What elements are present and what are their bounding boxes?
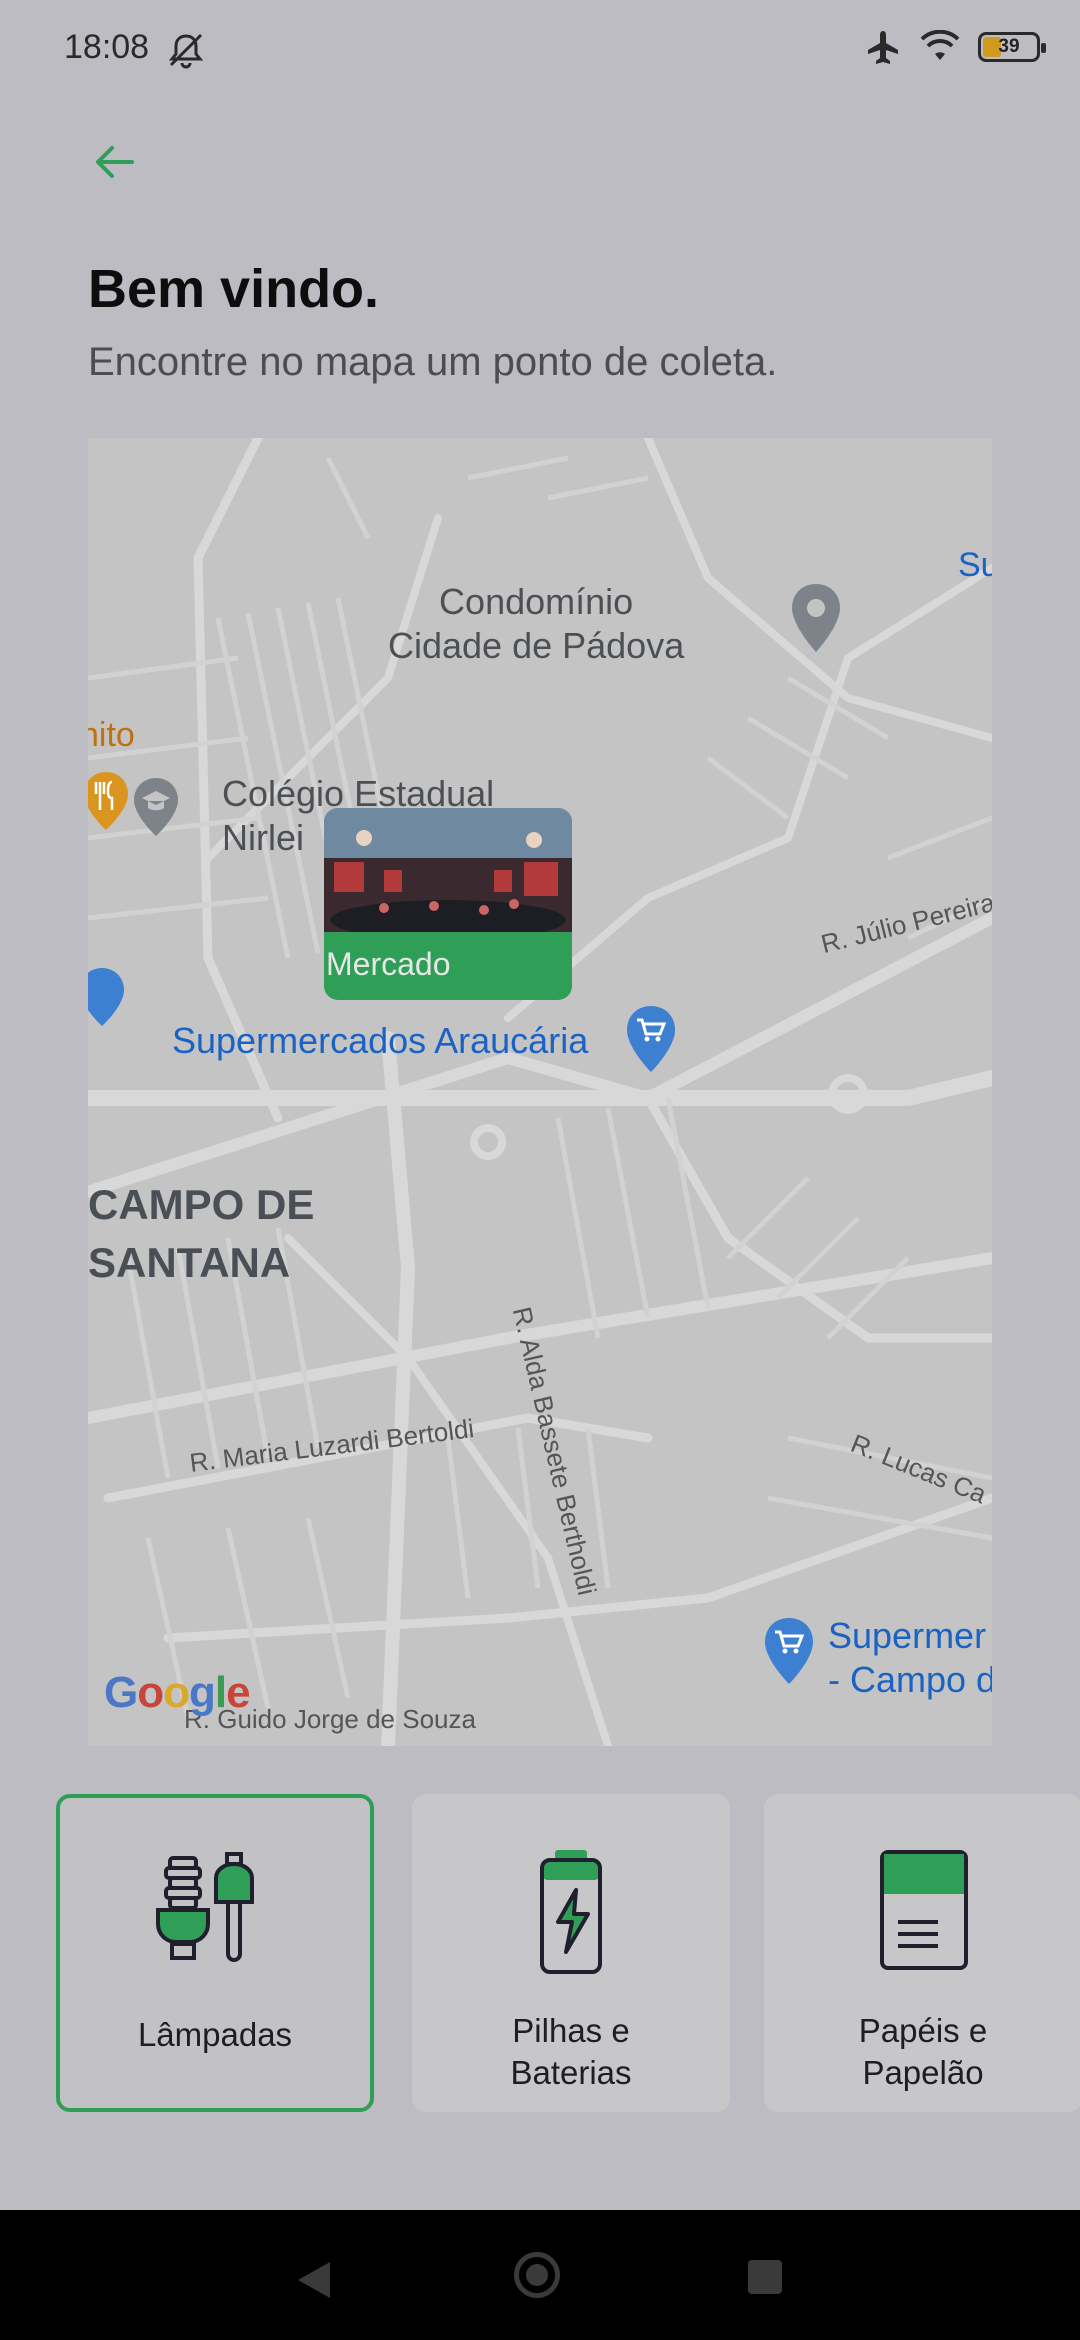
page-subtitle: Encontre no mapa um ponto de coleta. (88, 340, 778, 384)
status-bar: 18:08 39 (0, 0, 1080, 100)
map-pin-icon[interactable] (788, 582, 844, 654)
battery-level: 39 (998, 36, 1020, 57)
nav-recents-icon[interactable] (748, 2260, 782, 2294)
restaurant-pin-icon[interactable] (88, 770, 130, 832)
map-label-campo-line2: SANTANA (88, 1239, 291, 1286)
shopping-cart-pin-icon[interactable] (624, 1004, 678, 1074)
battery-charge-icon (540, 1850, 602, 1974)
marker-photo (324, 808, 572, 940)
airplane-icon (868, 31, 898, 64)
system-nav-bar (0, 2210, 1080, 2340)
map-view[interactable]: Condomínio Cidade de Pádova Su nito Colé… (88, 438, 992, 1746)
category-list: Lâmpadas Pilhas e Baterias Papéis e Pape… (0, 1792, 1080, 2120)
shopping-cart-pin-icon-2[interactable] (762, 1616, 816, 1686)
map-label-edge-ito: nito (88, 716, 135, 754)
status-icons: 39 (864, 28, 1046, 66)
map-label-supermercados: Supermercados Araucária (172, 1020, 589, 1061)
category-label-lampadas: Lâmpadas (137, 2016, 293, 2053)
map-label-condominio-line2: Cidade de Pádova (388, 625, 685, 666)
google-logo: Google (104, 1668, 251, 1717)
mute-icon (168, 33, 204, 69)
nav-back-icon[interactable] (296, 2260, 332, 2300)
map-pin-blue-icon[interactable] (88, 966, 126, 1028)
back-button[interactable] (84, 132, 144, 192)
battery-icon: 39 (978, 32, 1046, 62)
category-card-papeis[interactable]: Papéis e Papelão (764, 1794, 1080, 2112)
status-time: 18:08 (64, 28, 150, 66)
category-card-pilhas[interactable]: Pilhas e Baterias (412, 1794, 730, 2112)
map-label-supermer-line1: Supermer (828, 1615, 987, 1656)
map-label-edge-su: Su (958, 546, 992, 584)
map-label-condominio-line1: Condomínio (439, 581, 634, 622)
marker-label: Mercado (326, 946, 451, 982)
market-photo-image (324, 808, 572, 940)
map-label-campo: CAMPO DE SANTANA (88, 1176, 314, 1292)
map-label-supermer: Supermer - Campo d (828, 1614, 992, 1702)
mercado-marker[interactable]: Mercado (324, 808, 572, 1000)
map-label-campo-line1: CAMPO DE (88, 1181, 315, 1228)
map-label-supermer-line2: - Campo d (828, 1659, 992, 1700)
paper-document-icon (880, 1850, 968, 1970)
category-label-pilhas: Pilhas e Baterias (510, 2012, 632, 2091)
arrow-left-icon (96, 146, 134, 178)
school-pin-icon[interactable] (132, 776, 180, 838)
category-label-papeis: Papéis e Papelão (858, 2012, 988, 2091)
nav-home-icon[interactable] (514, 2252, 560, 2298)
wifi-icon (920, 30, 960, 60)
category-card-lampadas[interactable]: Lâmpadas (56, 1794, 374, 2112)
page-title: Bem vindo. (88, 259, 380, 319)
lamp-bulb-icon (156, 1852, 254, 1962)
map-label-condominio: Condomínio Cidade de Pádova (388, 580, 684, 668)
